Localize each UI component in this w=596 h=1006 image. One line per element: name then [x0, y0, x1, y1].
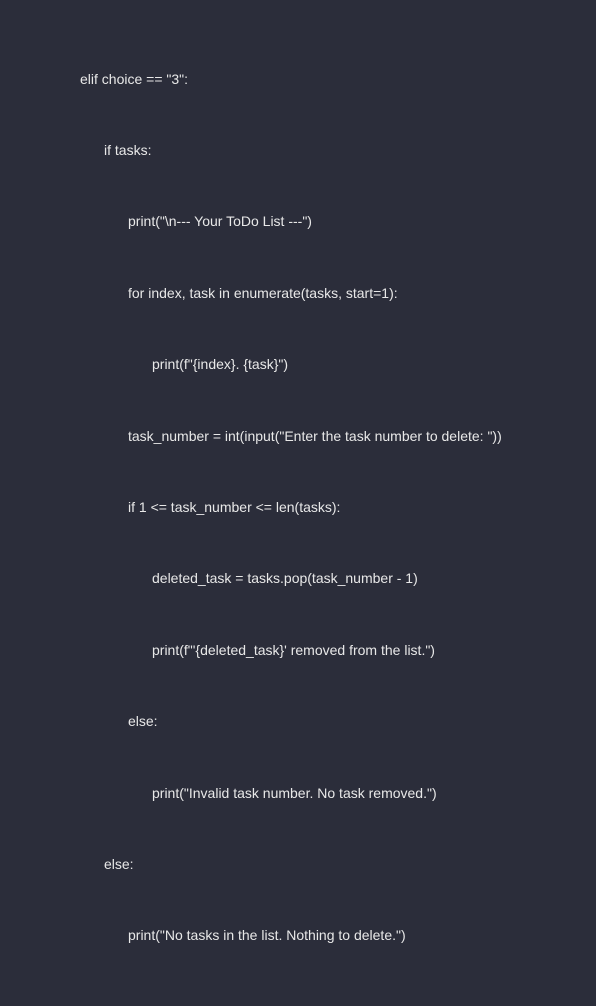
code-line: task_number = int(input("Enter the task …	[80, 425, 596, 449]
code-line: deleted_task = tasks.pop(task_number - 1…	[80, 567, 596, 591]
code-line: print("\n--- Your ToDo List ---")	[80, 210, 596, 234]
code-line: print("No tasks in the list. Nothing to …	[80, 924, 596, 948]
code-line: print("Invalid task number. No task remo…	[80, 782, 596, 806]
code-line: if tasks:	[80, 139, 596, 163]
code-line: elif choice == "3":	[80, 68, 596, 92]
code-block: elif choice == "3": if tasks: print("\n-…	[80, 20, 596, 1006]
code-line: print(f"{index}. {task}")	[80, 353, 596, 377]
code-line: for index, task in enumerate(tasks, star…	[80, 282, 596, 306]
code-line: print(f"'{deleted_task}' removed from th…	[80, 639, 596, 663]
code-line: else:	[80, 853, 596, 877]
code-line: if 1 <= task_number <= len(tasks):	[80, 496, 596, 520]
code-line: else:	[80, 710, 596, 734]
